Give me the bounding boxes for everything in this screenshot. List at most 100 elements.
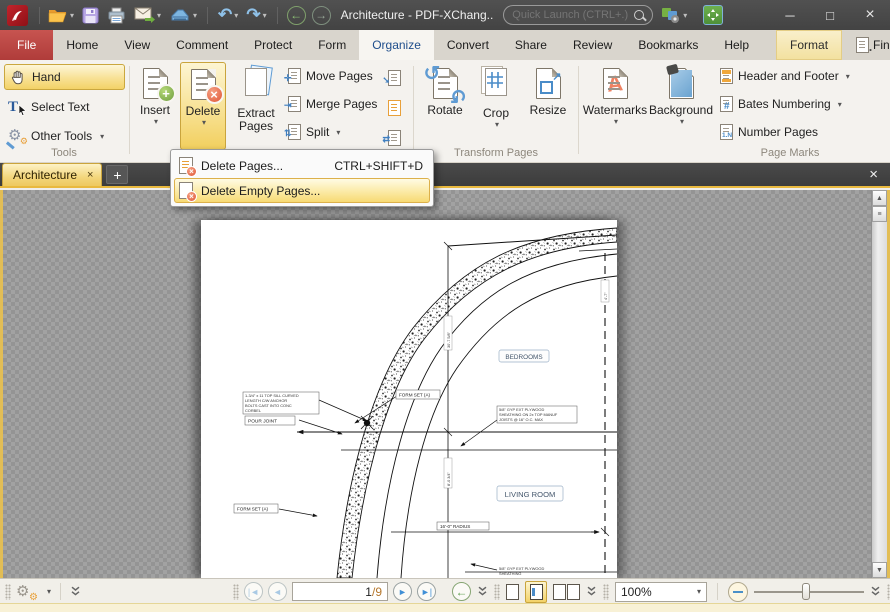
merge-pages-button[interactable]: ⇥ Merge Pages [284,96,377,112]
document-tab-architecture[interactable]: Architecture × [2,163,103,186]
scrollbar-options-button[interactable]: ≡ [872,206,887,222]
header-footer-icon [720,68,733,84]
chevron-down-icon: ▾ [234,10,239,20]
forward-arrow-icon: → [315,8,328,22]
insert-pages-button[interactable]: + Insert ▾ [133,62,177,150]
minimize-button[interactable]: ─ [770,0,810,30]
quick-launch-input[interactable] [512,9,635,21]
delete-pages-button[interactable]: × Delete ▾ [180,62,226,150]
background-button[interactable]: Background ▾ [648,62,714,150]
first-page-button[interactable]: |◄ [244,582,263,601]
form-set-label-2: FORM SET (A) [237,507,269,512]
customize-toolbars-icon [662,8,680,23]
ribbon-organize: Hand T Select Text ⚙ ⚙ Other Tools ▾ Too… [0,60,890,163]
last-page-button[interactable]: ►| [417,582,436,601]
ribbon-separator [578,66,579,154]
tab-file[interactable]: File [0,30,54,60]
swap-pages-button[interactable] [383,96,405,120]
close-button[interactable]: × [850,0,890,30]
zoom-slider[interactable] [754,582,864,601]
previous-page-button[interactable]: ◄ [268,582,287,601]
layout-options-button[interactable] [586,586,597,597]
redo-button[interactable]: ↷ ▾ [243,3,269,27]
extract-pages-button[interactable]: Extract Pages [230,62,282,150]
zoom-out-button[interactable] [728,581,748,602]
zoom-level-select[interactable]: 100% ▾ [615,581,707,602]
tab-format[interactable]: Format [776,30,843,60]
page-number-box[interactable]: /9 [292,582,388,601]
tab-share[interactable]: Share [502,30,560,60]
fit-width-icon [529,583,543,600]
close-document-button[interactable]: × [863,166,884,183]
duplicate-pages-button[interactable]: ➘ [383,66,405,90]
save-button[interactable] [79,5,102,26]
quick-launch-box[interactable] [503,5,654,25]
tab-help[interactable]: Help [711,30,762,60]
tab-review[interactable]: Review [560,30,625,60]
page-number-input[interactable] [311,584,372,599]
hand-tool-button[interactable]: Hand [4,64,125,90]
customize-toolbars-button[interactable]: ▾ [661,6,687,24]
chevron-down-icon: ▾ [70,10,75,20]
toolbar-grip [5,583,11,600]
watermarks-button[interactable]: A Watermarks ▾ [583,62,647,150]
two-page-layout-button[interactable] [553,583,580,600]
menu-shortcut: CTRL+SHIFT+D [334,158,423,173]
tab-home[interactable]: Home [53,30,111,60]
menu-item-delete-empty-pages[interactable]: × Delete Empty Pages... [174,178,430,203]
scan-button[interactable]: ▾ [166,6,200,25]
header-and-footer-button[interactable]: Header and Footer ▾ [720,68,850,84]
tab-organize[interactable]: Organize [359,30,434,60]
settings-button[interactable]: ⚙ ⚙ [16,583,40,603]
fit-width-layout-button[interactable] [525,580,547,603]
select-text-button[interactable]: T Select Text [4,94,125,120]
tab-close-icon[interactable]: × [87,169,93,181]
rotate-pages-button[interactable]: ↺ ↺ Rotate [420,62,470,150]
fullscreen-button[interactable] [703,5,724,25]
tab-protect[interactable]: Protect [241,30,305,60]
menu-item-delete-pages[interactable]: × Delete Pages... CTRL+SHIFT+D [174,153,430,178]
ribbon-tab-bar: File Home View Comment Protect Form Orga… [0,30,890,60]
other-tools-button[interactable]: ⚙ ⚙ Other Tools ▾ [4,123,125,149]
slider-thumb[interactable] [802,583,810,600]
tab-bookmarks[interactable]: Bookmarks [625,30,711,60]
undo-button[interactable]: ↶ ▾ [215,3,241,27]
view-history-options-button[interactable] [477,586,488,597]
single-page-layout-button[interactable] [506,583,519,600]
chevron-down-icon: ▾ [837,99,842,109]
scroll-down-button[interactable]: ▼ [872,562,887,578]
number-pages-button[interactable]: 1.N Number Pages [720,124,818,140]
bates-numbering-icon: # [720,96,733,112]
zoom-options-button[interactable] [870,586,881,597]
email-button[interactable]: ▾ [131,5,164,25]
maximize-button[interactable]: □ [810,0,850,30]
expand-panel-button[interactable] [70,586,81,597]
forward-button[interactable]: → [311,5,331,25]
tools-group-label: Tools [51,147,77,159]
window-title: Architecture - PDF-XChang.. [340,8,494,22]
move-pages-button[interactable]: ✛ Move Pages [284,68,373,84]
pdf-page[interactable]: BEDROOMS LIVING ROOM POUR JOINT FORM SET… [201,220,617,578]
replace-pages-button[interactable]: ⇄ [383,126,405,150]
tab-convert[interactable]: Convert [434,30,502,60]
toolbar-grip [233,583,239,600]
tab-form[interactable]: Form [305,30,359,60]
vertical-scrollbar[interactable]: ▲ ≡ ▼ [871,190,887,578]
open-button[interactable]: ▾ [45,6,77,25]
tab-comment[interactable]: Comment [163,30,241,60]
resize-pages-button[interactable]: ↗ Resize [523,62,573,150]
number-pages-icon: 1.N [720,124,733,140]
split-button[interactable]: ⇅ Split ▾ [284,124,340,140]
scroll-up-button[interactable]: ▲ [872,190,887,206]
new-tab-button[interactable]: + [106,165,129,184]
crop-pages-button[interactable]: Crop ▾ [473,62,519,150]
find-button[interactable]: 🞄 Find... [856,30,890,60]
titlebar: ▾ ▾ ▾ ↶ ▾ ↷ ▾ ← → Architecture - PDF-XCh… [0,0,890,30]
tab-view[interactable]: View [111,30,163,60]
back-button[interactable]: ← [286,5,306,25]
bates-numbering-button[interactable]: # Bates Numbering ▾ [720,96,842,112]
chevron-down-icon: ▾ [153,117,158,126]
print-button[interactable] [104,5,129,26]
previous-view-button[interactable]: ← [452,582,471,601]
next-page-button[interactable]: ► [393,582,412,601]
